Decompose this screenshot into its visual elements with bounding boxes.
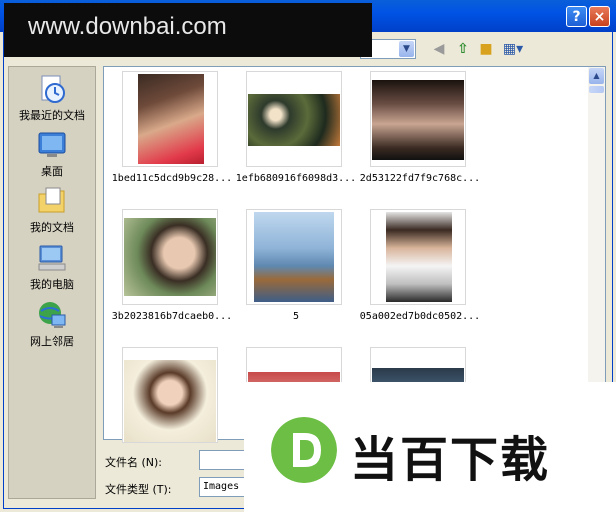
views-menu-icon[interactable]: ▦▾ (501, 40, 525, 58)
filename-label: 文件名 (N): (105, 456, 163, 469)
network-places-icon (39, 302, 66, 328)
new-folder-icon[interactable]: ■ (477, 40, 495, 58)
place-my-computer[interactable]: 我的电脑 (9, 242, 95, 292)
file-name: 5 (292, 311, 300, 322)
place-label: 我的电脑 (30, 278, 74, 291)
my-documents-icon (38, 187, 65, 213)
file-thumbnail (122, 347, 218, 443)
place-label: 网上邻居 (30, 335, 74, 348)
logo-d-icon (271, 417, 337, 483)
places-bar: 我最近的文档 桌面 我的文档 我的电脑 网上邻居 (8, 66, 96, 499)
file-name: 1efb680916f6098d3... (235, 173, 357, 184)
place-desktop[interactable]: 桌面 (9, 129, 95, 179)
place-recent-documents[interactable]: 我最近的文档 (9, 73, 95, 123)
site-logo: 当百下载 (244, 382, 616, 512)
filetype-select[interactable]: Images (199, 477, 247, 497)
file-thumbnail (246, 209, 342, 305)
place-network[interactable]: 网上邻居 (9, 299, 95, 349)
close-button[interactable]: × (589, 6, 610, 27)
place-my-documents[interactable]: 我的文档 (9, 185, 95, 235)
desktop-icon (38, 132, 66, 157)
file-thumbnail (122, 209, 218, 305)
recent-documents-icon (41, 75, 65, 103)
file-name: 2d53122fd7f9c768c... (359, 173, 481, 184)
file-thumbnail (246, 71, 342, 167)
filetype-label: 文件类型 (T): (105, 483, 172, 496)
file-name: 05a002ed7b0dc0502... (359, 311, 481, 322)
file-thumbnail (122, 71, 218, 167)
file-name: 3b2023816b7dcaeb0... (111, 311, 233, 322)
chevron-down-icon[interactable]: ▼ (399, 41, 414, 57)
file-name: 1bed11c5dcd9b9c28... (111, 173, 233, 184)
back-icon[interactable]: ◀ (430, 40, 448, 58)
help-button[interactable]: ? (566, 6, 587, 27)
place-label: 桌面 (41, 165, 63, 178)
scrollbar-thumb[interactable] (589, 86, 604, 93)
filename-input[interactable] (199, 450, 247, 470)
up-folder-icon[interactable]: ⇧ (454, 40, 472, 58)
my-computer-icon (38, 245, 66, 271)
place-label: 我的文档 (30, 221, 74, 234)
place-label: 我最近的文档 (19, 109, 85, 122)
watermark-banner: www.downbai.com (4, 3, 372, 57)
file-thumbnail (370, 71, 466, 167)
logo-text: 当百下载 (350, 432, 551, 488)
scroll-up-arrow-icon[interactable]: ▲ (589, 68, 604, 84)
file-thumbnail (370, 209, 466, 305)
